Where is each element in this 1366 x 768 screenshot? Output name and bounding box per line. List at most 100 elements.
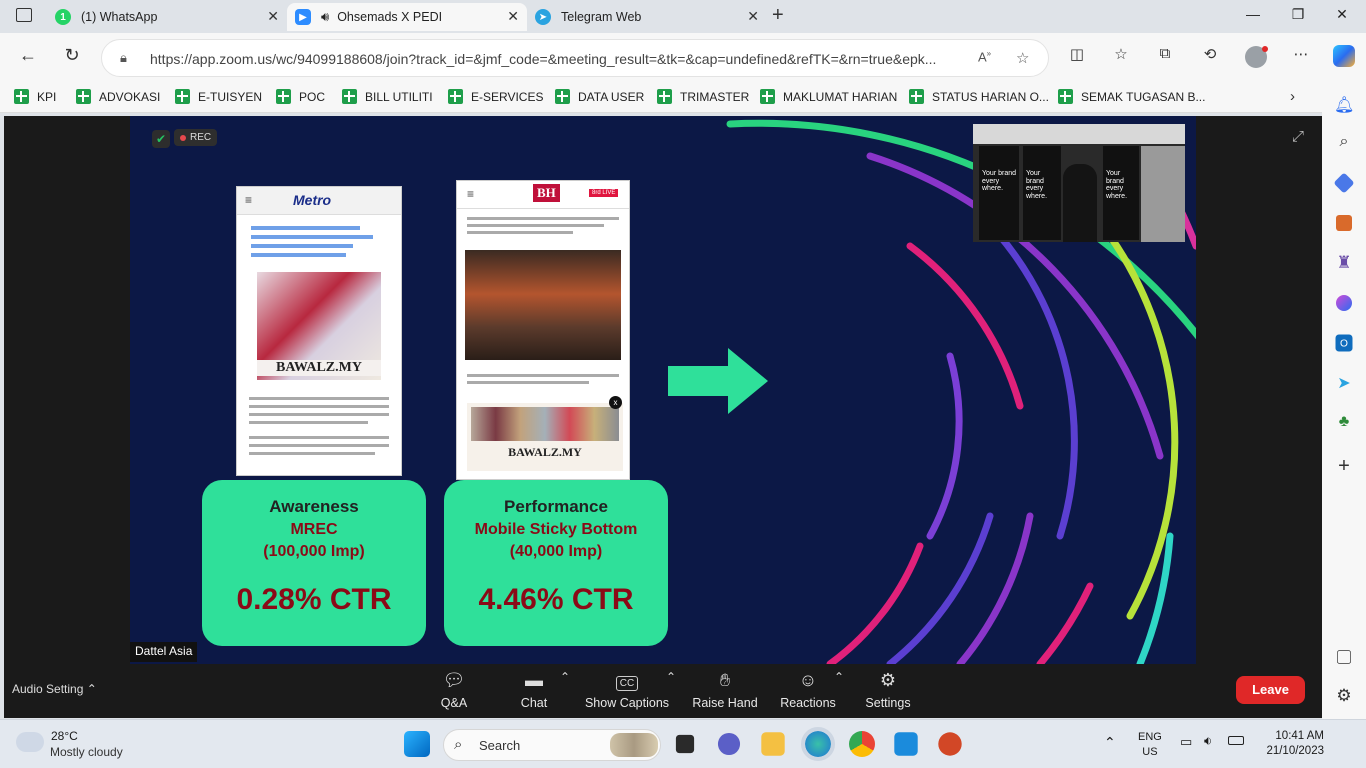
calculator-icon[interactable] bbox=[894, 732, 918, 756]
bookmark-item[interactable]: BILL UTILITI bbox=[342, 89, 433, 104]
brand-logo: BH bbox=[533, 184, 560, 202]
card-format: Mobile Sticky Bottom bbox=[474, 521, 638, 538]
minimize-button[interactable]: — bbox=[1238, 6, 1268, 22]
hand-icon: ✋︎ bbox=[719, 670, 731, 690]
bookmark-item[interactable]: DATA USER bbox=[555, 89, 644, 104]
outlook-icon[interactable]: O bbox=[1335, 334, 1353, 352]
brand-logo: Metro bbox=[293, 192, 332, 208]
bookmark-item[interactable]: ADVOKASI bbox=[76, 89, 160, 104]
audio-icon[interactable]: 🔊︎ bbox=[321, 9, 329, 25]
send-icon[interactable]: ➤ bbox=[1334, 373, 1354, 393]
bell-icon[interactable]: 🔔︎ bbox=[1334, 95, 1354, 115]
article-text bbox=[237, 384, 401, 468]
chevron-right-icon[interactable]: › bbox=[1290, 88, 1295, 105]
weather-icon[interactable] bbox=[16, 732, 44, 752]
audio-setting-button[interactable]: Audio Setting ⌃ bbox=[12, 682, 97, 696]
volume-icon[interactable]: 🔉︎ bbox=[1204, 733, 1212, 749]
banner: Your brand every where. bbox=[1103, 146, 1139, 240]
bookmark-item[interactable]: MAKLUMAT HARIAN bbox=[760, 89, 897, 104]
history-icon[interactable]: ⟲ bbox=[1197, 45, 1223, 63]
tab-zoom[interactable]: ▶ 🔊︎ Ohsemads X PEDI ✕ bbox=[287, 3, 527, 31]
back-arrow-icon[interactable]: ← bbox=[15, 45, 41, 66]
reactions-button[interactable]: ☺ Reactions bbox=[776, 670, 840, 710]
restore-button[interactable]: ❐ bbox=[1283, 6, 1313, 23]
close-ad-icon: x bbox=[609, 396, 622, 409]
gear-icon[interactable]: ⚙ bbox=[1334, 686, 1354, 706]
tab-actions-icon[interactable] bbox=[16, 8, 32, 22]
reactions-options-chevron-icon[interactable]: ⌃ bbox=[834, 670, 844, 684]
bookmark-item[interactable]: POC bbox=[276, 89, 325, 104]
add-icon[interactable]: + bbox=[1334, 455, 1354, 477]
battery-icon[interactable] bbox=[1228, 736, 1244, 745]
chrome-icon[interactable] bbox=[849, 731, 875, 757]
tree-icon[interactable]: ♣ bbox=[1334, 413, 1354, 433]
sidebar-layout-icon[interactable] bbox=[1337, 650, 1351, 664]
task-view-icon[interactable] bbox=[675, 734, 695, 754]
toolbox-icon[interactable] bbox=[1336, 215, 1352, 231]
powerpoint-icon[interactable] bbox=[938, 732, 962, 756]
file-explorer-icon[interactable] bbox=[761, 732, 785, 756]
clock[interactable]: 10:41 AM 21/10/2023 bbox=[1258, 729, 1324, 759]
more-menu-icon[interactable]: ⋯ bbox=[1288, 45, 1314, 63]
bookmark-item[interactable]: TRIMASTER bbox=[657, 89, 749, 104]
windows-start-icon[interactable] bbox=[404, 731, 430, 757]
tag-icon[interactable] bbox=[1333, 172, 1355, 194]
tab-whatsapp[interactable]: 1 (1) WhatsApp ✕ bbox=[47, 3, 287, 31]
bookmark-item[interactable]: E-SERVICES bbox=[448, 89, 543, 104]
card-format: MREC bbox=[290, 521, 338, 538]
tab-telegram[interactable]: ➤ Telegram Web ✕ bbox=[527, 3, 767, 31]
refresh-icon[interactable]: ↻ bbox=[59, 45, 85, 66]
article-photo bbox=[465, 250, 621, 360]
speaker-video[interactable]: Your brand every where. Your brand every… bbox=[973, 124, 1185, 242]
collections-icon[interactable]: ⧉ bbox=[1152, 45, 1178, 62]
bookmark-item[interactable]: SEMAK TUGASAN B... bbox=[1058, 89, 1205, 104]
chat-button[interactable]: ▬ Chat bbox=[514, 670, 554, 710]
raise-hand-button[interactable]: ✋︎ Raise Hand bbox=[690, 670, 760, 710]
article-text bbox=[457, 209, 629, 242]
encryption-shield-icon[interactable]: ✔ bbox=[152, 130, 170, 148]
close-window-button[interactable]: ✕ bbox=[1327, 6, 1357, 23]
read-aloud-icon[interactable]: A» bbox=[978, 49, 991, 64]
tab-label: Telegram Web bbox=[561, 10, 642, 24]
qa-button[interactable]: 💬︎ Q&A bbox=[434, 670, 474, 710]
teams-meet-icon[interactable] bbox=[717, 732, 741, 756]
address-bar[interactable]: 🔒︎ https://app.zoom.us/wc/94099188608/jo… bbox=[101, 39, 1049, 77]
new-tab-button[interactable]: + bbox=[772, 4, 784, 27]
live-badge: 8rd LIVE bbox=[589, 189, 619, 197]
sheets-icon bbox=[555, 89, 570, 104]
recording-indicator[interactable]: REC bbox=[174, 129, 218, 146]
sheets-icon bbox=[14, 89, 29, 104]
favorites-icon[interactable]: ☆ bbox=[1108, 45, 1134, 63]
close-tab-icon[interactable]: ✕ bbox=[747, 8, 759, 25]
show-captions-button[interactable]: CC Show Captions bbox=[584, 670, 670, 710]
captions-options-chevron-icon[interactable]: ⌃ bbox=[666, 670, 676, 684]
bookmark-item[interactable]: KPI bbox=[14, 89, 56, 104]
taskbar-search[interactable]: ⌕ Search bbox=[443, 729, 661, 761]
bookmark-item[interactable]: E-TUISYEN bbox=[175, 89, 262, 104]
weather-temp[interactable]: 28°C bbox=[51, 729, 78, 743]
copilot-icon[interactable] bbox=[1333, 45, 1355, 67]
captions-icon: CC bbox=[584, 670, 670, 692]
settings-button[interactable]: ⚙ Settings bbox=[860, 670, 916, 710]
chess-icon[interactable]: ♜ bbox=[1334, 253, 1354, 273]
weather-desc[interactable]: Mostly cloudy bbox=[50, 745, 123, 759]
edge-icon[interactable] bbox=[801, 727, 835, 761]
lock-icon[interactable]: 🔒︎ bbox=[120, 50, 127, 66]
leave-button[interactable]: Leave bbox=[1236, 676, 1305, 704]
m365-icon[interactable] bbox=[1336, 295, 1352, 311]
split-screen-icon[interactable]: ◫ bbox=[1064, 45, 1090, 63]
chat-options-chevron-icon[interactable]: ⌃ bbox=[560, 670, 570, 684]
fullscreen-icon[interactable]: ⤢ bbox=[1292, 128, 1304, 145]
language-indicator[interactable]: ENG US bbox=[1138, 730, 1162, 760]
close-tab-icon[interactable]: ✕ bbox=[507, 8, 519, 25]
chevron-up-icon[interactable]: ⌃ bbox=[1104, 734, 1116, 751]
search-icon[interactable]: ⌕ bbox=[1334, 133, 1354, 153]
close-tab-icon[interactable]: ✕ bbox=[267, 8, 279, 25]
hamburger-icon: ≡ bbox=[245, 193, 253, 207]
favorite-star-icon[interactable]: ☆ bbox=[1016, 49, 1029, 67]
card-heading: Performance bbox=[504, 497, 608, 516]
bookmark-item[interactable]: STATUS HARIAN O... bbox=[909, 89, 1049, 104]
display-icon[interactable]: ▭ bbox=[1180, 734, 1192, 750]
card-ctr: 0.28% CTR bbox=[236, 583, 392, 616]
ad-brand-text: BAWALZ.MY bbox=[508, 445, 582, 459]
